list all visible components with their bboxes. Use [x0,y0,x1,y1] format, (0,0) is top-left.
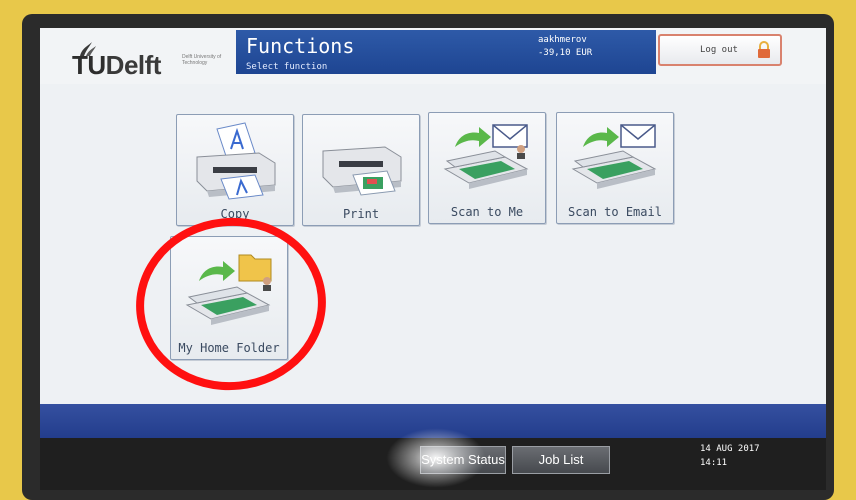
scan-to-me-icon [443,124,529,189]
copier-icon [196,122,276,200]
function-print-label: Print [342,207,380,221]
logo-tu: TU [72,50,106,80]
function-scan-to-me-button[interactable]: Scan to Me [428,112,546,224]
user-name: aakhmerov [538,35,587,45]
function-print-button[interactable]: Print [302,114,420,226]
logout-button[interactable]: Log out [658,34,782,66]
lock-icon [758,41,770,58]
page-title: Functions [246,34,355,58]
date-display: 14 AUG 2017 [700,444,760,454]
logout-label: Log out [700,45,738,55]
function-copy-button[interactable]: Copy [176,114,294,226]
printer-icon [322,146,402,196]
screen-glare [386,428,486,488]
function-scan-to-email-button[interactable]: Scan to Email [556,112,674,224]
function-scan-to-email-label: Scan to Email [568,205,662,219]
date-time: 14 AUG 2017 14:11 [700,442,760,470]
job-list-button[interactable]: Job List [512,446,610,474]
user-info: aakhmerov -39,10 EUR [538,34,592,60]
account-balance: -39,10 EUR [538,48,593,58]
tu-delft-logo: TUDelft Delft University of Technology [70,40,240,80]
logo-wordmark: TUDelft [72,50,161,81]
logo-subtext: Delft University of Technology [182,54,222,66]
page-subtitle: Select function [246,62,328,72]
title-bar: Functions Select function aakhmerov -39,… [236,30,656,74]
red-highlight-circle [127,208,335,400]
touch-screen: TUDelft Delft University of Technology F… [40,28,826,490]
scan-to-email-icon [571,124,657,189]
logo-delft: Delft [105,50,162,80]
header: TUDelft Delft University of Technology F… [40,28,826,84]
time-display: 14:11 [700,458,728,468]
function-scan-to-me-label: Scan to Me [450,205,524,219]
